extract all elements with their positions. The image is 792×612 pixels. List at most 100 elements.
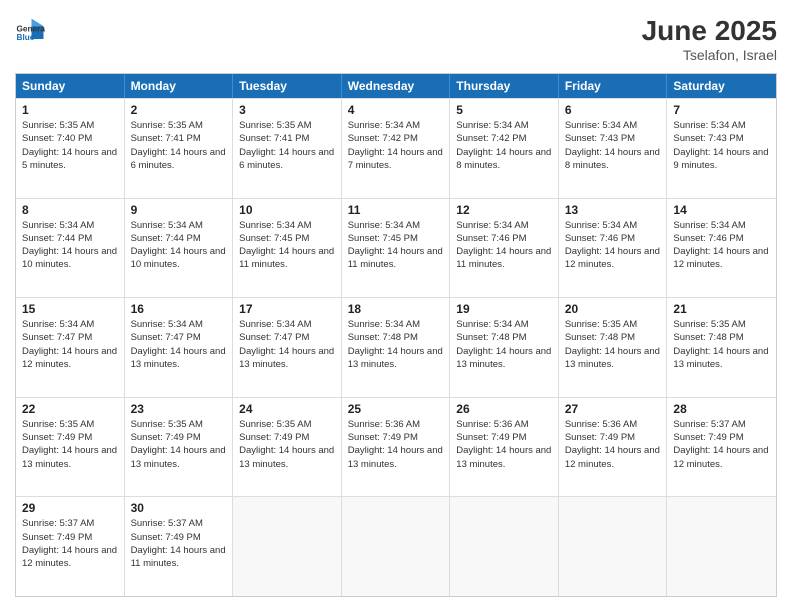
day-number: 9 (131, 203, 227, 217)
day-number: 28 (673, 402, 770, 416)
calendar-cell: 1Sunrise: 5:35 AMSunset: 7:40 PMDaylight… (16, 99, 125, 198)
cell-info: Sunrise: 5:37 AMSunset: 7:49 PMDaylight:… (131, 517, 227, 570)
day-number: 22 (22, 402, 118, 416)
day-number: 29 (22, 501, 118, 515)
header-day-monday: Monday (125, 74, 234, 98)
header-day-thursday: Thursday (450, 74, 559, 98)
month-title: June 2025 (642, 15, 777, 47)
day-number: 18 (348, 302, 444, 316)
calendar-cell: 8Sunrise: 5:34 AMSunset: 7:44 PMDaylight… (16, 199, 125, 298)
calendar-row-4: 22 Sunrise: 5:35 AMSunset: 7:49 PMDayligh… (16, 397, 776, 497)
day-number: 13 (565, 203, 661, 217)
cell-info: Sunrise: 5:34 AMSunset: 7:47 PMDaylight:… (22, 318, 118, 371)
day-number: 7 (673, 103, 770, 117)
day-number: 30 (131, 501, 227, 515)
cell-info: Sunrise: 5:37 AMSunset: 7:49 PMDaylight:… (22, 517, 118, 570)
calendar-row-3: 15 Sunrise: 5:34 AMSunset: 7:47 PMDayligh… (16, 297, 776, 397)
cell-info: Sunrise: 5:34 AMSunset: 7:42 PMDaylight:… (348, 119, 444, 172)
cell-info: Sunrise: 5:36 AMSunset: 7:49 PMDaylight:… (348, 418, 444, 471)
day-number: 26 (456, 402, 552, 416)
day-number: 25 (348, 402, 444, 416)
cell-info: Sunrise: 5:34 AMSunset: 7:47 PMDaylight:… (239, 318, 335, 371)
calendar-cell: 17 Sunrise: 5:34 AMSunset: 7:47 PMDayligh… (233, 298, 342, 397)
day-number: 12 (456, 203, 552, 217)
calendar-cell: 25 Sunrise: 5:36 AMSunset: 7:49 PMDayligh… (342, 398, 451, 497)
calendar-cell (667, 497, 776, 596)
calendar-cell: 15 Sunrise: 5:34 AMSunset: 7:47 PMDayligh… (16, 298, 125, 397)
calendar-cell: 19Sunrise: 5:34 AMSunset: 7:48 PMDayligh… (450, 298, 559, 397)
calendar-cell: 11Sunrise: 5:34 AMSunset: 7:45 PMDayligh… (342, 199, 451, 298)
day-number: 14 (673, 203, 770, 217)
cell-info: Sunrise: 5:35 AMSunset: 7:41 PMDaylight:… (239, 119, 335, 172)
location-subtitle: Tselafon, Israel (642, 47, 777, 63)
cell-info: Sunrise: 5:35 AMSunset: 7:49 PMDaylight:… (239, 418, 335, 471)
calendar-cell: 29 Sunrise: 5:37 AMSunset: 7:49 PMDayligh… (16, 497, 125, 596)
cell-info: Sunrise: 5:34 AMSunset: 7:46 PMDaylight:… (673, 219, 770, 272)
calendar-cell: 22 Sunrise: 5:35 AMSunset: 7:49 PMDayligh… (16, 398, 125, 497)
day-number: 1 (22, 103, 118, 117)
day-number: 17 (239, 302, 335, 316)
day-number: 15 (22, 302, 118, 316)
header-day-sunday: Sunday (16, 74, 125, 98)
day-number: 23 (131, 402, 227, 416)
cell-info: Sunrise: 5:34 AMSunset: 7:48 PMDaylight:… (348, 318, 444, 371)
calendar-cell: 21 Sunrise: 5:35 AMSunset: 7:48 PMDayligh… (667, 298, 776, 397)
day-number: 20 (565, 302, 661, 316)
cell-info: Sunrise: 5:34 AMSunset: 7:43 PMDaylight:… (673, 119, 770, 172)
calendar-cell (233, 497, 342, 596)
calendar-cell: 10Sunrise: 5:34 AMSunset: 7:45 PMDayligh… (233, 199, 342, 298)
calendar-cell: 7 Sunrise: 5:34 AMSunset: 7:43 PMDaylight… (667, 99, 776, 198)
calendar-row-5: 29 Sunrise: 5:37 AMSunset: 7:49 PMDayligh… (16, 496, 776, 596)
calendar-cell (450, 497, 559, 596)
calendar-cell: 28 Sunrise: 5:37 AMSunset: 7:49 PMDayligh… (667, 398, 776, 497)
day-number: 4 (348, 103, 444, 117)
title-section: June 2025 Tselafon, Israel (642, 15, 777, 63)
calendar-row-2: 8Sunrise: 5:34 AMSunset: 7:44 PMDaylight… (16, 198, 776, 298)
calendar-cell: 24 Sunrise: 5:35 AMSunset: 7:49 PMDayligh… (233, 398, 342, 497)
day-number: 16 (131, 302, 227, 316)
calendar-row-1: 1Sunrise: 5:35 AMSunset: 7:40 PMDaylight… (16, 98, 776, 198)
day-number: 3 (239, 103, 335, 117)
cell-info: Sunrise: 5:34 AMSunset: 7:46 PMDaylight:… (456, 219, 552, 272)
calendar-cell: 5Sunrise: 5:34 AMSunset: 7:42 PMDaylight… (450, 99, 559, 198)
logo: General Blue (15, 15, 45, 45)
day-number: 21 (673, 302, 770, 316)
cell-info: Sunrise: 5:35 AMSunset: 7:41 PMDaylight:… (131, 119, 227, 172)
day-number: 27 (565, 402, 661, 416)
calendar-cell: 6Sunrise: 5:34 AMSunset: 7:43 PMDaylight… (559, 99, 668, 198)
cell-info: Sunrise: 5:36 AMSunset: 7:49 PMDaylight:… (565, 418, 661, 471)
cell-info: Sunrise: 5:34 AMSunset: 7:46 PMDaylight:… (565, 219, 661, 272)
day-number: 5 (456, 103, 552, 117)
header-day-wednesday: Wednesday (342, 74, 451, 98)
cell-info: Sunrise: 5:34 AMSunset: 7:47 PMDaylight:… (131, 318, 227, 371)
cell-info: Sunrise: 5:35 AMSunset: 7:49 PMDaylight:… (131, 418, 227, 471)
header-day-tuesday: Tuesday (233, 74, 342, 98)
calendar-cell (559, 497, 668, 596)
calendar-cell: 12 Sunrise: 5:34 AMSunset: 7:46 PMDayligh… (450, 199, 559, 298)
page: General Blue June 2025 Tselafon, Israel … (0, 0, 792, 612)
cell-info: Sunrise: 5:34 AMSunset: 7:44 PMDaylight:… (131, 219, 227, 272)
calendar-cell: 16 Sunrise: 5:34 AMSunset: 7:47 PMDayligh… (125, 298, 234, 397)
calendar-cell: 13 Sunrise: 5:34 AMSunset: 7:46 PMDayligh… (559, 199, 668, 298)
header-day-friday: Friday (559, 74, 668, 98)
day-number: 24 (239, 402, 335, 416)
calendar: SundayMondayTuesdayWednesdayThursdayFrid… (15, 73, 777, 597)
cell-info: Sunrise: 5:35 AMSunset: 7:49 PMDaylight:… (22, 418, 118, 471)
cell-info: Sunrise: 5:35 AMSunset: 7:48 PMDaylight:… (673, 318, 770, 371)
calendar-cell: 20Sunrise: 5:35 AMSunset: 7:48 PMDayligh… (559, 298, 668, 397)
cell-info: Sunrise: 5:37 AMSunset: 7:49 PMDaylight:… (673, 418, 770, 471)
calendar-cell: 2 Sunrise: 5:35 AMSunset: 7:41 PMDaylight… (125, 99, 234, 198)
calendar-header: SundayMondayTuesdayWednesdayThursdayFrid… (16, 74, 776, 98)
calendar-cell: 26Sunrise: 5:36 AMSunset: 7:49 PMDayligh… (450, 398, 559, 497)
calendar-cell: 4 Sunrise: 5:34 AMSunset: 7:42 PMDaylight… (342, 99, 451, 198)
svg-text:Blue: Blue (17, 33, 35, 42)
cell-info: Sunrise: 5:34 AMSunset: 7:45 PMDaylight:… (348, 219, 444, 272)
calendar-cell: 23 Sunrise: 5:35 AMSunset: 7:49 PMDayligh… (125, 398, 234, 497)
calendar-cell: 9 Sunrise: 5:34 AMSunset: 7:44 PMDaylight… (125, 199, 234, 298)
day-number: 2 (131, 103, 227, 117)
cell-info: Sunrise: 5:34 AMSunset: 7:48 PMDaylight:… (456, 318, 552, 371)
cell-info: Sunrise: 5:34 AMSunset: 7:44 PMDaylight:… (22, 219, 118, 272)
calendar-body: 1Sunrise: 5:35 AMSunset: 7:40 PMDaylight… (16, 98, 776, 596)
calendar-cell: 14 Sunrise: 5:34 AMSunset: 7:46 PMDayligh… (667, 199, 776, 298)
logo-icon: General Blue (15, 15, 45, 45)
